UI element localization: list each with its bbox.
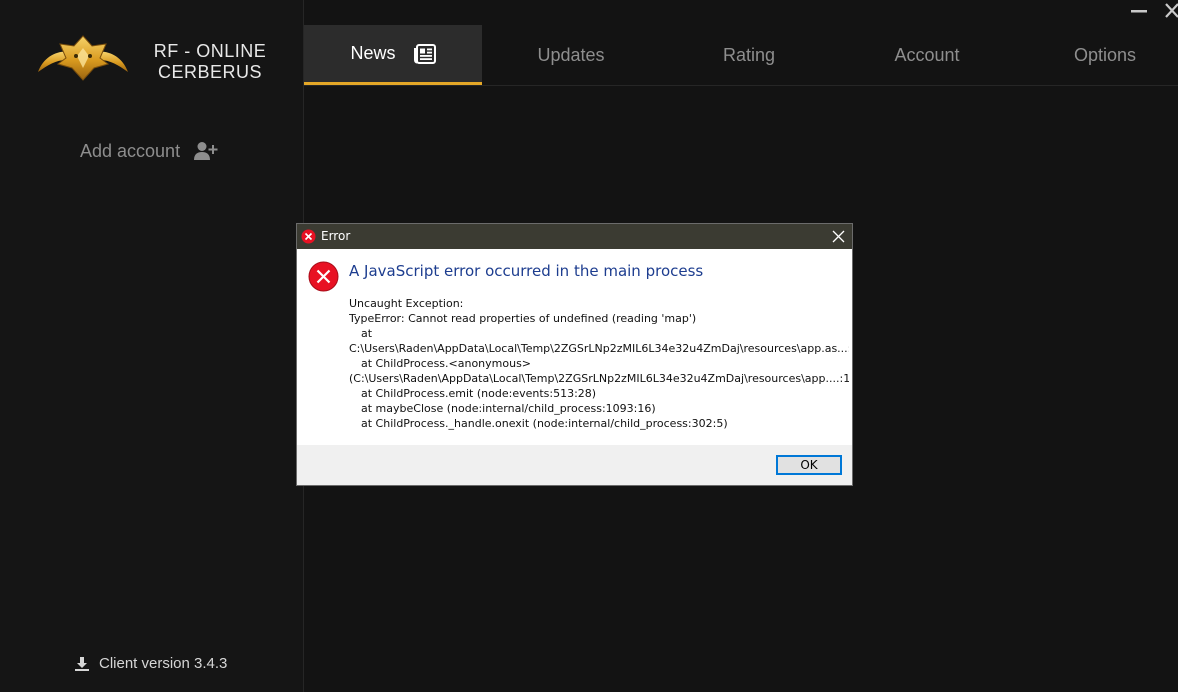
logo: RF - ONLINE CERBERUS (36, 34, 276, 84)
tab-updates[interactable]: Updates (482, 25, 660, 85)
logo-line-1: RF - ONLINE (153, 41, 267, 61)
minimize-icon (1131, 10, 1147, 13)
top-tabs: News Updates Rating Account Options (304, 25, 1178, 86)
error-icon (308, 261, 339, 292)
cerberus-emblem-icon (38, 35, 128, 81)
launcher-window: RF - ONLINE CERBERUS Add account Client … (0, 0, 1178, 692)
client-version-label: Client version 3.4.3 (99, 655, 228, 672)
logo-line-2: CERBERUS (157, 62, 263, 82)
newspaper-icon (413, 43, 436, 64)
add-account-button[interactable]: Add account (80, 139, 218, 163)
message-line: at ChildProcess.<anonymous> (361, 357, 532, 370)
message-line: at ChildProcess.emit (node:events:513:28… (361, 387, 597, 400)
error-dialog: Error A JavaScript error occurred in the… (296, 223, 853, 486)
dialog-heading: A JavaScript error occurred in the main … (349, 262, 704, 280)
message-line: at (361, 327, 373, 340)
dialog-titlebar: Error (297, 224, 852, 249)
message-line: Uncaught Exception: (349, 297, 464, 310)
client-version[interactable]: Client version 3.4.3 (74, 655, 227, 672)
tab-news[interactable]: News (304, 25, 482, 85)
minimize-button[interactable] (1130, 2, 1148, 20)
dialog-message: Uncaught Exception: TypeError: Cannot re… (349, 296, 849, 431)
error-icon (301, 229, 316, 244)
message-line: C:\Users\Raden\AppData\Local\Temp\2ZGSrL… (349, 342, 849, 355)
download-icon (75, 656, 89, 671)
dialog-footer: OK (297, 445, 852, 485)
logo-text: RF - ONLINE CERBERUS (149, 41, 271, 83)
message-line: TypeError: Cannot read properties of und… (349, 312, 697, 325)
close-window-button[interactable] (1164, 2, 1178, 20)
close-icon[interactable] (831, 229, 846, 244)
tab-news-label: News (350, 43, 396, 63)
ok-button[interactable]: OK (776, 455, 842, 475)
add-account-label: Add account (80, 140, 181, 161)
tab-account[interactable]: Account (838, 25, 1016, 85)
message-line: (C:\Users\Raden\AppData\Local\Temp\2ZGSr… (349, 372, 849, 385)
tab-options[interactable]: Options (1016, 25, 1178, 85)
tab-account-label: Account (894, 44, 960, 65)
tab-rating-label: Rating (722, 44, 776, 65)
message-line: at ChildProcess._handle.onexit (node:int… (361, 417, 728, 430)
message-line: at maybeClose (node:internal/child_proce… (361, 402, 656, 415)
close-icon (1165, 3, 1178, 18)
tab-rating[interactable]: Rating (660, 25, 838, 85)
add-user-icon (194, 142, 218, 160)
dialog-title: Error (321, 229, 351, 243)
tab-options-label: Options (1073, 44, 1137, 65)
tab-updates-label: Updates (537, 44, 605, 65)
sidebar: RF - ONLINE CERBERUS Add account Client … (0, 0, 304, 692)
